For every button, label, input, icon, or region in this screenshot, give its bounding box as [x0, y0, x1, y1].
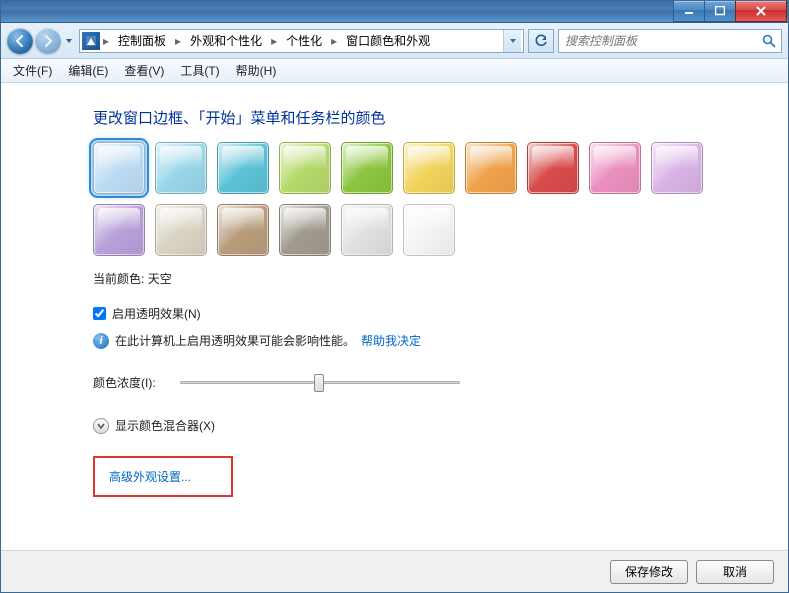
- current-color-row: 当前颜色: 天空: [93, 270, 768, 287]
- chevron-right-icon: ▸: [102, 34, 110, 48]
- chevron-right-icon: ▸: [174, 34, 182, 48]
- menu-tools[interactable]: 工具(T): [172, 59, 227, 82]
- advanced-appearance-link[interactable]: 高级外观设置...: [109, 470, 191, 484]
- maximize-button[interactable]: [704, 1, 736, 22]
- color-mixer-expander[interactable]: 显示颜色混合器(X): [93, 417, 768, 434]
- breadcrumb-item[interactable]: 外观和个性化: [184, 30, 268, 51]
- menu-edit[interactable]: 编辑(E): [60, 59, 116, 82]
- color-swatch[interactable]: [341, 142, 393, 194]
- current-color-label: 当前颜色:: [93, 272, 144, 286]
- color-swatch[interactable]: [279, 142, 331, 194]
- color-swatch[interactable]: [403, 204, 455, 256]
- slider-thumb[interactable]: [314, 374, 324, 392]
- forward-button[interactable]: [35, 28, 61, 54]
- chevron-right-icon: ▸: [270, 34, 278, 48]
- color-mixer-label: 显示颜色混合器(X): [115, 417, 215, 434]
- performance-info-row: i 在此计算机上启用透明效果可能会影响性能。 帮助我决定: [93, 332, 768, 349]
- color-swatch[interactable]: [527, 142, 579, 194]
- current-color-name: 天空: [148, 272, 172, 286]
- menu-help[interactable]: 帮助(H): [228, 59, 285, 82]
- advanced-settings-highlight: 高级外观设置...: [93, 456, 233, 497]
- performance-warning-text: 在此计算机上启用透明效果可能会影响性能。: [115, 332, 355, 349]
- color-swatch[interactable]: [217, 142, 269, 194]
- color-swatch[interactable]: [589, 142, 641, 194]
- color-swatch[interactable]: [279, 204, 331, 256]
- transparency-row: 启用透明效果(N): [93, 305, 768, 322]
- chevron-down-icon: [93, 418, 109, 434]
- save-button[interactable]: 保存修改: [610, 560, 688, 584]
- menubar: 文件(F) 编辑(E) 查看(V) 工具(T) 帮助(H): [1, 59, 788, 83]
- search-input[interactable]: [563, 33, 761, 49]
- refresh-button[interactable]: [528, 29, 554, 53]
- address-bar[interactable]: ▸ 控制面板 ▸ 外观和个性化 ▸ 个性化 ▸ 窗口颜色和外观: [79, 29, 524, 53]
- cancel-button[interactable]: 取消: [696, 560, 774, 584]
- color-swatch-grid: [93, 142, 713, 256]
- info-icon: i: [93, 333, 109, 349]
- color-swatch[interactable]: [403, 142, 455, 194]
- personalization-icon: [82, 32, 100, 50]
- color-swatch[interactable]: [341, 204, 393, 256]
- transparency-label[interactable]: 启用透明效果(N): [112, 305, 201, 322]
- minimize-button[interactable]: [673, 1, 705, 22]
- breadcrumb-item[interactable]: 窗口颜色和外观: [340, 30, 436, 51]
- nav-buttons: [7, 28, 75, 54]
- transparency-checkbox[interactable]: [93, 307, 106, 320]
- breadcrumb-item[interactable]: 控制面板: [112, 30, 172, 51]
- content-pane: 更改窗口边框、「开始」菜单和任务栏的颜色 当前颜色: 天空 启用透明效果(N) …: [1, 83, 788, 550]
- intensity-row: 颜色浓度(I):: [93, 371, 768, 393]
- menu-view[interactable]: 查看(V): [116, 59, 172, 82]
- footer-bar: 保存修改 取消: [1, 550, 788, 592]
- color-swatch[interactable]: [155, 142, 207, 194]
- color-swatch[interactable]: [651, 142, 703, 194]
- help-me-decide-link[interactable]: 帮助我决定: [361, 332, 421, 349]
- navigation-row: ▸ 控制面板 ▸ 外观和个性化 ▸ 个性化 ▸ 窗口颜色和外观: [1, 23, 788, 59]
- color-swatch[interactable]: [217, 204, 269, 256]
- color-swatch[interactable]: [93, 142, 145, 194]
- window-color-appearance: ▸ 控制面板 ▸ 外观和个性化 ▸ 个性化 ▸ 窗口颜色和外观 文件(F) 编辑…: [0, 0, 789, 593]
- intensity-label: 颜色浓度(I):: [93, 374, 156, 391]
- titlebar: [1, 1, 788, 23]
- back-button[interactable]: [7, 28, 33, 54]
- search-box[interactable]: [558, 29, 782, 53]
- chevron-right-icon: ▸: [330, 34, 338, 48]
- intensity-slider[interactable]: [180, 371, 460, 393]
- color-swatch[interactable]: [93, 204, 145, 256]
- address-dropdown[interactable]: [503, 30, 521, 52]
- color-swatch[interactable]: [465, 142, 517, 194]
- color-swatch[interactable]: [155, 204, 207, 256]
- search-icon: [761, 33, 777, 49]
- close-button[interactable]: [735, 1, 787, 22]
- menu-file[interactable]: 文件(F): [5, 59, 60, 82]
- nav-history-dropdown[interactable]: [63, 30, 75, 52]
- page-title: 更改窗口边框、「开始」菜单和任务栏的颜色: [93, 107, 768, 128]
- breadcrumb-item[interactable]: 个性化: [280, 30, 328, 51]
